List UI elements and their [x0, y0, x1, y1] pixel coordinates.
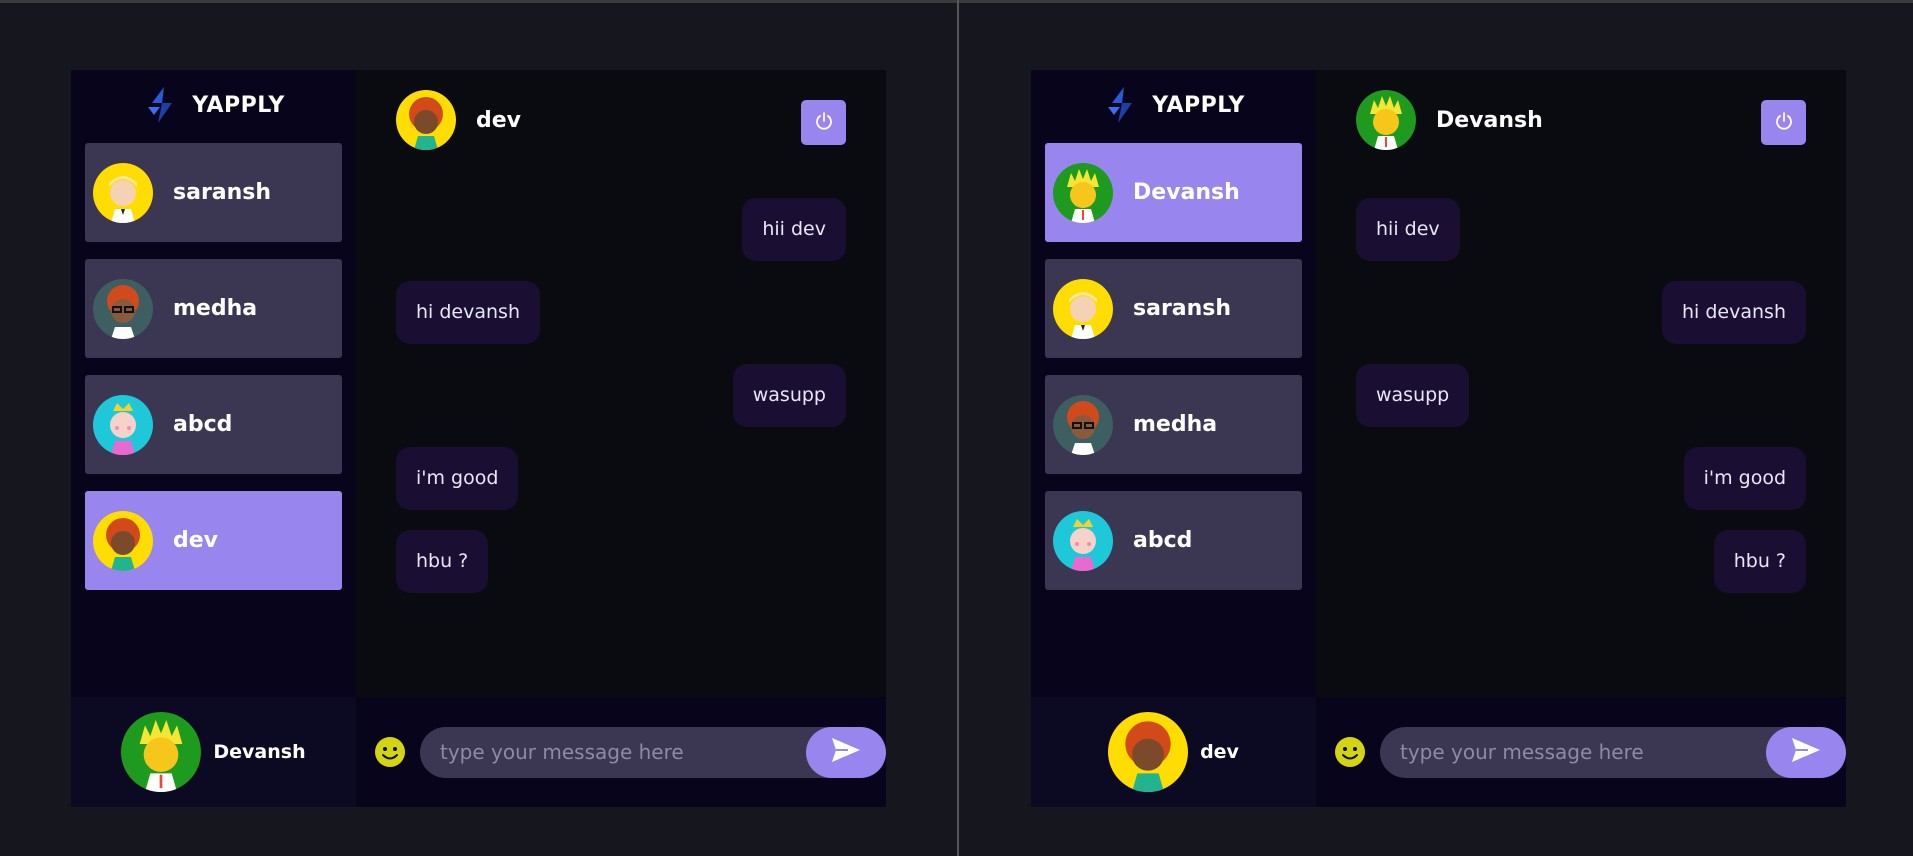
brand: YAPPLY — [1031, 70, 1316, 140]
brand-name: YAPPLY — [192, 92, 285, 118]
power-icon — [1774, 111, 1794, 135]
smiley-icon[interactable] — [374, 736, 406, 768]
spiky-yellow-hair-avatar — [1356, 90, 1416, 150]
chat-title: Devansh — [1436, 107, 1543, 133]
message-bubble: wasupp — [1356, 364, 1470, 427]
blond-boy-avatar — [93, 162, 153, 223]
contact-name: medha — [1133, 412, 1218, 437]
contact-item-abcd[interactable]: abcd — [85, 375, 342, 474]
message-row-outgoing: hbu ? — [1356, 530, 1806, 593]
contact-name: saransh — [1133, 296, 1232, 321]
glasses-redhead-avatar — [1053, 394, 1113, 455]
current-user-panel: Devansh — [71, 697, 356, 807]
current-user-panel: dev — [1031, 697, 1316, 807]
contact-list: Devansh saransh medha abcd — [1031, 140, 1316, 590]
spiky-yellow-hair-avatar — [1053, 162, 1113, 223]
send-button[interactable] — [806, 726, 886, 778]
message-bubble: i'm good — [1683, 447, 1806, 510]
contact-name: medha — [173, 296, 258, 321]
contact-item-saransh[interactable]: saransh — [85, 143, 342, 242]
contact-name: Devansh — [1133, 180, 1240, 205]
logout-button[interactable] — [1761, 100, 1806, 145]
message-bubble: i'm good — [396, 447, 519, 510]
message-input-wrapper — [1380, 726, 1846, 778]
spiky-yellow-hair-avatar[interactable] — [121, 712, 202, 792]
chat-app-right: YAPPLY Devansh saransh medha abcd dev De… — [1031, 70, 1846, 807]
message-row-incoming: hii dev — [1356, 198, 1806, 261]
chat-header: dev — [356, 70, 886, 170]
window-divider — [957, 0, 959, 856]
send-icon — [830, 736, 862, 768]
contact-name: abcd — [173, 412, 233, 437]
message-row-incoming: hi devansh — [396, 281, 846, 344]
contact-name: saransh — [173, 180, 272, 205]
contact-item-devansh[interactable]: Devansh — [1045, 143, 1302, 242]
crowned-pink-avatar — [93, 394, 153, 455]
contact-list: saransh medha abcd dev — [71, 140, 356, 590]
contact-item-saransh[interactable]: saransh — [1045, 259, 1302, 358]
message-row-incoming: i'm good — [396, 447, 846, 510]
send-icon — [1790, 736, 1822, 768]
smiley-icon[interactable] — [1334, 736, 1366, 768]
message-bubble: hii dev — [742, 198, 846, 261]
message-bubble: wasupp — [732, 364, 846, 427]
message-row-incoming: wasupp — [1356, 364, 1806, 427]
message-bubble: hbu ? — [1713, 530, 1806, 593]
chat-title: dev — [476, 107, 522, 133]
contact-name: dev — [173, 528, 219, 553]
contact-name: abcd — [1133, 528, 1193, 553]
message-input-wrapper — [420, 726, 886, 778]
sidebar: YAPPLY Devansh saransh medha abcd dev — [1031, 70, 1316, 807]
yapply-logo-icon — [142, 85, 182, 125]
message-row-outgoing: wasupp — [396, 364, 846, 427]
curly-red-hair-avatar[interactable] — [1108, 712, 1189, 792]
brand: YAPPLY — [71, 70, 356, 140]
message-list: hii dev hi devansh wasupp i'm good hbu ? — [1356, 198, 1806, 613]
contact-item-medha[interactable]: medha — [85, 259, 342, 358]
chat-app-left: YAPPLY saransh medha abcd dev Devansh de… — [71, 70, 886, 807]
message-row-incoming: hbu ? — [396, 530, 846, 593]
contact-item-abcd[interactable]: abcd — [1045, 491, 1302, 590]
message-row-outgoing: hii dev — [396, 198, 846, 261]
crowned-pink-avatar — [1053, 510, 1113, 571]
message-row-outgoing: hi devansh — [1356, 281, 1806, 344]
message-composer — [356, 697, 886, 807]
yapply-logo-icon — [1102, 85, 1142, 125]
curly-red-hair-avatar — [93, 510, 153, 571]
message-bubble: hi devansh — [396, 281, 540, 344]
current-user-name: dev — [1200, 741, 1239, 763]
message-bubble: hi devansh — [1662, 281, 1806, 344]
contact-item-dev[interactable]: dev — [85, 491, 342, 590]
sidebar: YAPPLY saransh medha abcd dev Devansh — [71, 70, 356, 807]
message-list: hii dev hi devansh wasupp i'm good hbu ? — [396, 198, 846, 613]
message-composer — [1316, 697, 1846, 807]
curly-red-hair-avatar — [396, 90, 456, 150]
message-bubble: hbu ? — [396, 530, 489, 593]
logout-button[interactable] — [801, 100, 846, 145]
brand-name: YAPPLY — [1152, 92, 1245, 118]
blond-boy-avatar — [1053, 278, 1113, 339]
message-row-outgoing: i'm good — [1356, 447, 1806, 510]
glasses-redhead-avatar — [93, 278, 153, 339]
current-user-name: Devansh — [213, 741, 306, 763]
chat-panel: dev hii dev hi devansh wasupp i'm good h… — [356, 70, 886, 807]
chat-panel: Devansh hii dev hi devansh wasupp i'm go… — [1316, 70, 1846, 807]
power-icon — [814, 111, 834, 135]
send-button[interactable] — [1766, 726, 1846, 778]
chat-header: Devansh — [1316, 70, 1846, 170]
contact-item-medha[interactable]: medha — [1045, 375, 1302, 474]
message-bubble: hii dev — [1356, 198, 1460, 261]
